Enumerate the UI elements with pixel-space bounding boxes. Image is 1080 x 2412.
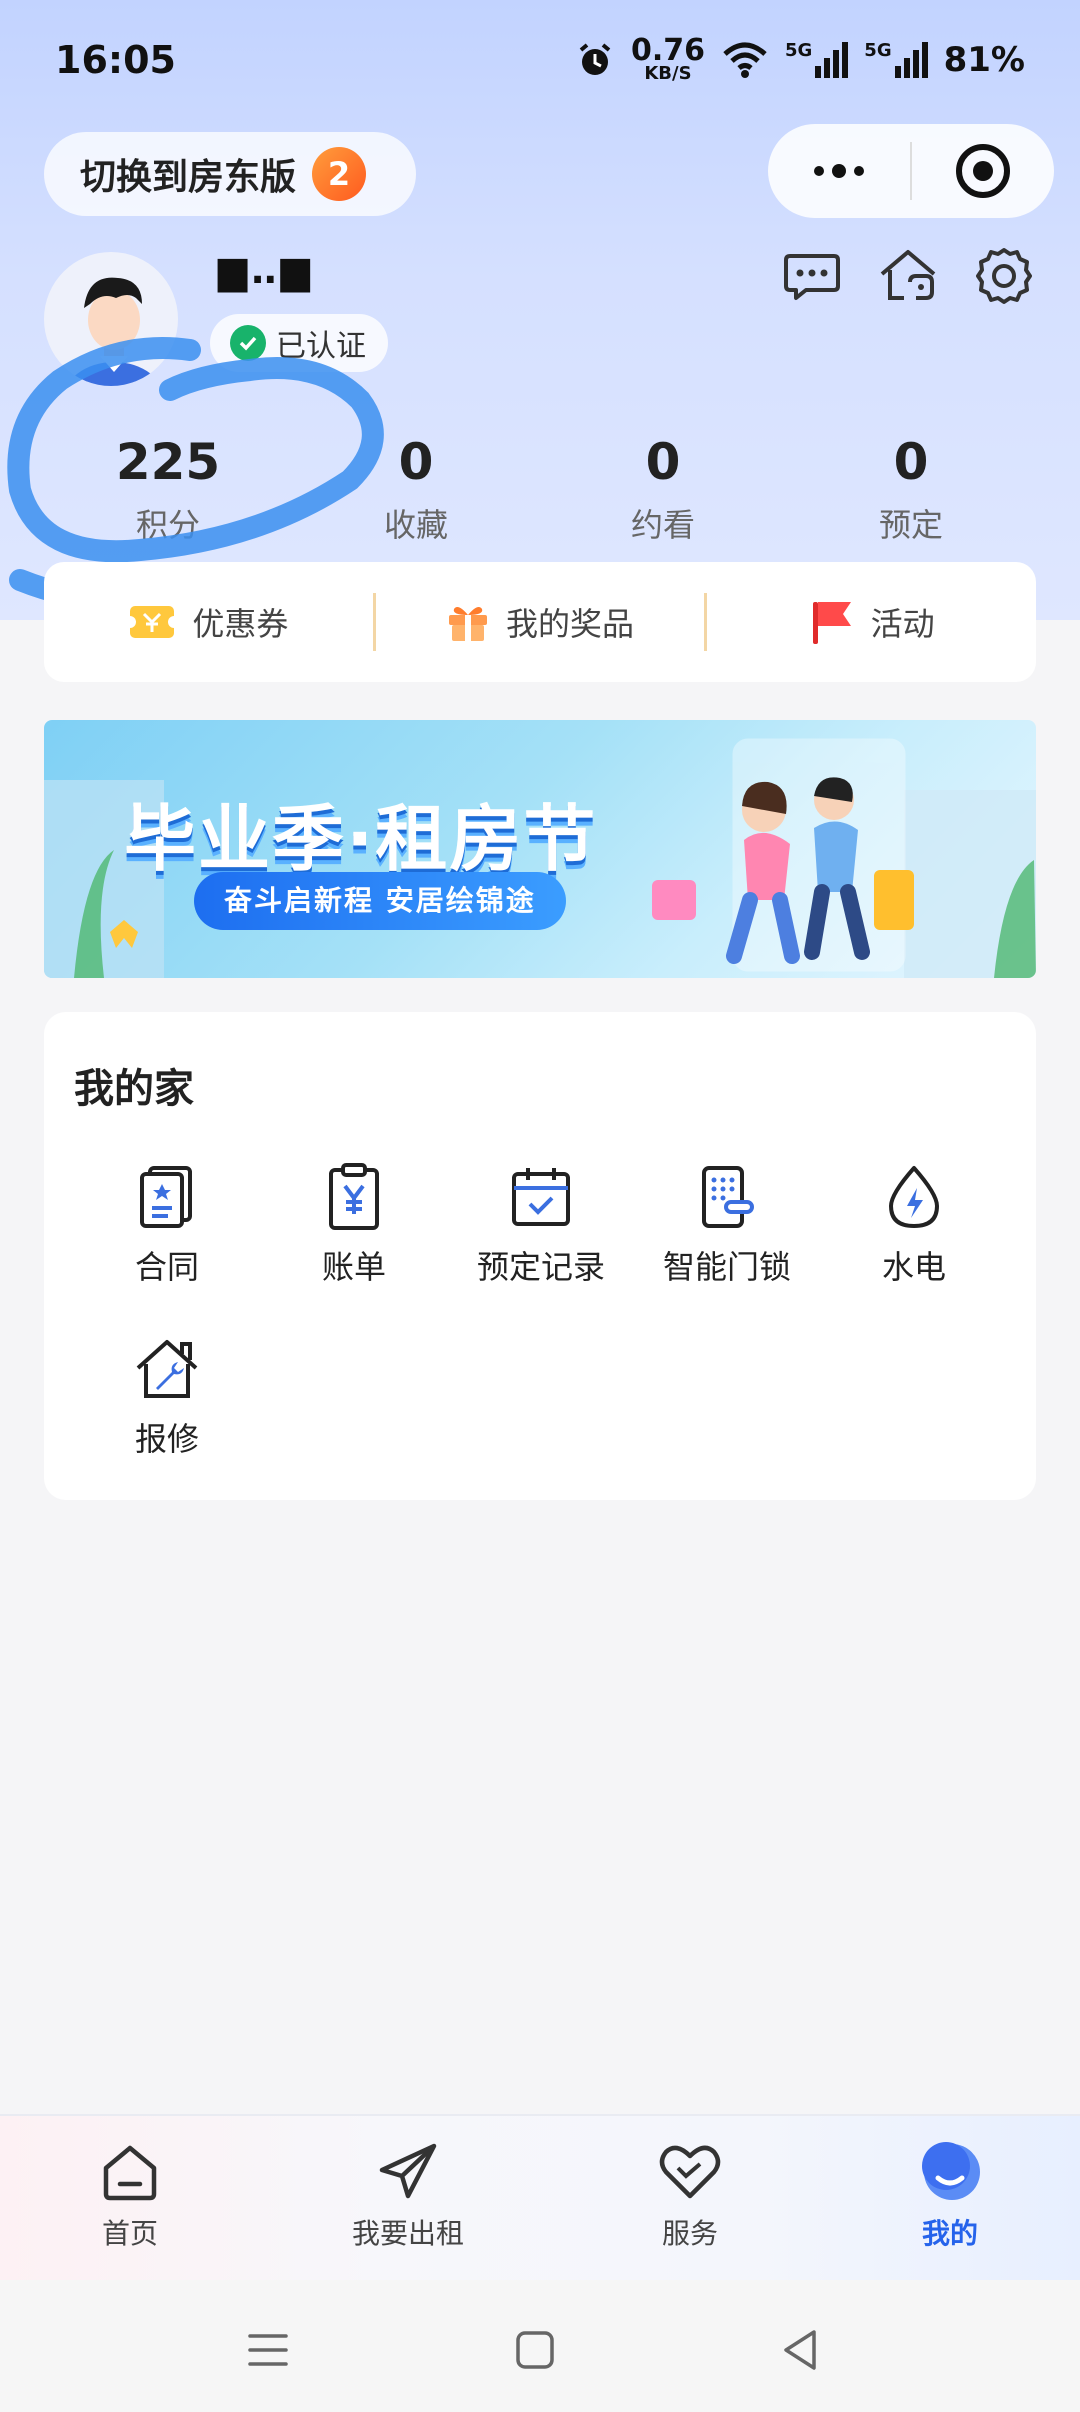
switch-badge: 2 <box>312 147 367 201</box>
alarm-icon <box>579 43 611 75</box>
username: ▆‥▆ <box>218 248 314 292</box>
gift-icon <box>449 607 487 641</box>
wifi-icon <box>723 42 767 78</box>
banner-subtitle: 奋斗启新程 安居绘锦途 <box>194 872 566 930</box>
coupon-link[interactable]: 优惠券 <box>44 599 373 645</box>
quick-links-card: 优惠券 我的奖品 活动 <box>44 562 1036 682</box>
activities-link[interactable]: 活动 <box>707 598 1036 646</box>
repair-label: 报修 <box>134 1420 199 1458</box>
message-icon[interactable] <box>780 244 844 308</box>
miniprogram-capsule <box>768 124 1054 218</box>
signal-2: 5G <box>864 40 928 78</box>
stat-viewings-label: 约看 <box>630 506 695 544</box>
tab-mine[interactable]: 我的 <box>850 2138 1050 2252</box>
network-speed: 0.76 KB/S <box>630 33 705 83</box>
utilities-icon <box>889 1166 939 1228</box>
send-icon <box>379 2143 437 2199</box>
tab-mine-label: 我的 <box>921 2217 978 2250</box>
reservation-records-entry[interactable]: 预定记录 <box>451 1162 631 1288</box>
heart-icon <box>659 2145 721 2199</box>
flag-icon <box>812 602 851 644</box>
utilities-entry[interactable]: 水电 <box>824 1162 1004 1288</box>
signal-1-label: 5G <box>784 40 813 61</box>
my-home-title: 我的家 <box>74 1066 194 1112</box>
my-prizes-label: 我的奖品 <box>506 605 635 643</box>
switch-to-landlord-label: 切换到房东版 <box>80 157 297 198</box>
bill-icon <box>329 1163 379 1230</box>
profile-icon <box>922 2142 980 2200</box>
my-prizes-link[interactable]: 我的奖品 <box>376 599 705 645</box>
activities-label: 活动 <box>870 605 935 643</box>
stat-reservations-value: 0 <box>893 433 929 491</box>
contract-icon <box>140 1166 192 1228</box>
banner-title: 毕业季·租房节 <box>124 797 598 881</box>
status-indicators: 0.76 KB/S 5G 5G 81% <box>575 33 1025 83</box>
tab-rent-out-label: 我要出租 <box>351 2217 464 2250</box>
network-speed-value: 0.76 <box>630 33 705 68</box>
header-actions <box>780 244 1036 308</box>
coupon-icon <box>128 606 177 638</box>
stat-reservations[interactable]: 0 预定 <box>811 430 1011 546</box>
tab-rent-out[interactable]: 我要出租 <box>308 2138 508 2252</box>
contract-entry[interactable]: 合同 <box>77 1162 257 1288</box>
settings-gear-icon[interactable] <box>972 244 1036 308</box>
contract-label: 合同 <box>134 1248 199 1286</box>
stat-viewings-value: 0 <box>645 433 681 491</box>
tab-home-label: 首页 <box>101 2217 158 2250</box>
stat-reservations-label: 预定 <box>878 506 943 544</box>
signal-2-label: 5G <box>864 40 892 61</box>
back-icon[interactable] <box>770 2320 830 2380</box>
battery-level: 81% <box>943 40 1025 80</box>
close-miniprogram-button[interactable] <box>912 144 1054 198</box>
home-icon <box>103 2145 157 2201</box>
signal-1: 5G <box>784 40 849 78</box>
menu-icon[interactable] <box>238 2320 298 2380</box>
repair-icon <box>136 1340 198 1398</box>
my-home-card: 我的家 合同 账单 预定记录 智能门锁 水电 报修 <box>44 1012 1036 1500</box>
status-bar: 16:05 0.76 KB/S 5G 5G 81% <box>0 0 1080 120</box>
home-square-icon[interactable] <box>505 2320 565 2380</box>
tab-services-label: 服务 <box>661 2217 718 2250</box>
bottom-tab-bar: 首页 我要出租 服务 我的 <box>0 2114 1080 2280</box>
status-time: 16:05 <box>55 38 176 82</box>
tab-services[interactable]: 服务 <box>590 2138 790 2252</box>
target-icon <box>956 144 1010 198</box>
smart-lock-entry[interactable]: 智能门锁 <box>637 1162 817 1288</box>
calendar-icon <box>512 1168 570 1226</box>
house-service-icon[interactable] <box>876 244 940 308</box>
smart-lock-label: 智能门锁 <box>662 1248 791 1286</box>
repair-entry[interactable]: 报修 <box>77 1334 257 1460</box>
smart-lock-icon <box>702 1166 754 1228</box>
stat-viewings[interactable]: 0 约看 <box>563 430 763 546</box>
switch-to-landlord-button[interactable]: 切换到房东版 2 <box>44 132 416 216</box>
more-options-button[interactable] <box>768 164 910 178</box>
reservation-records-label: 预定记录 <box>476 1248 605 1286</box>
utilities-label: 水电 <box>881 1248 946 1286</box>
bill-entry[interactable]: 账单 <box>264 1162 444 1288</box>
tab-home[interactable]: 首页 <box>30 2138 230 2252</box>
bill-label: 账单 <box>321 1248 386 1286</box>
promo-banner[interactable]: 毕业季·租房节 奋斗启新程 安居绘锦途 <box>44 720 1036 978</box>
coupon-label: 优惠券 <box>192 605 289 643</box>
system-nav-bar <box>0 2280 1080 2412</box>
